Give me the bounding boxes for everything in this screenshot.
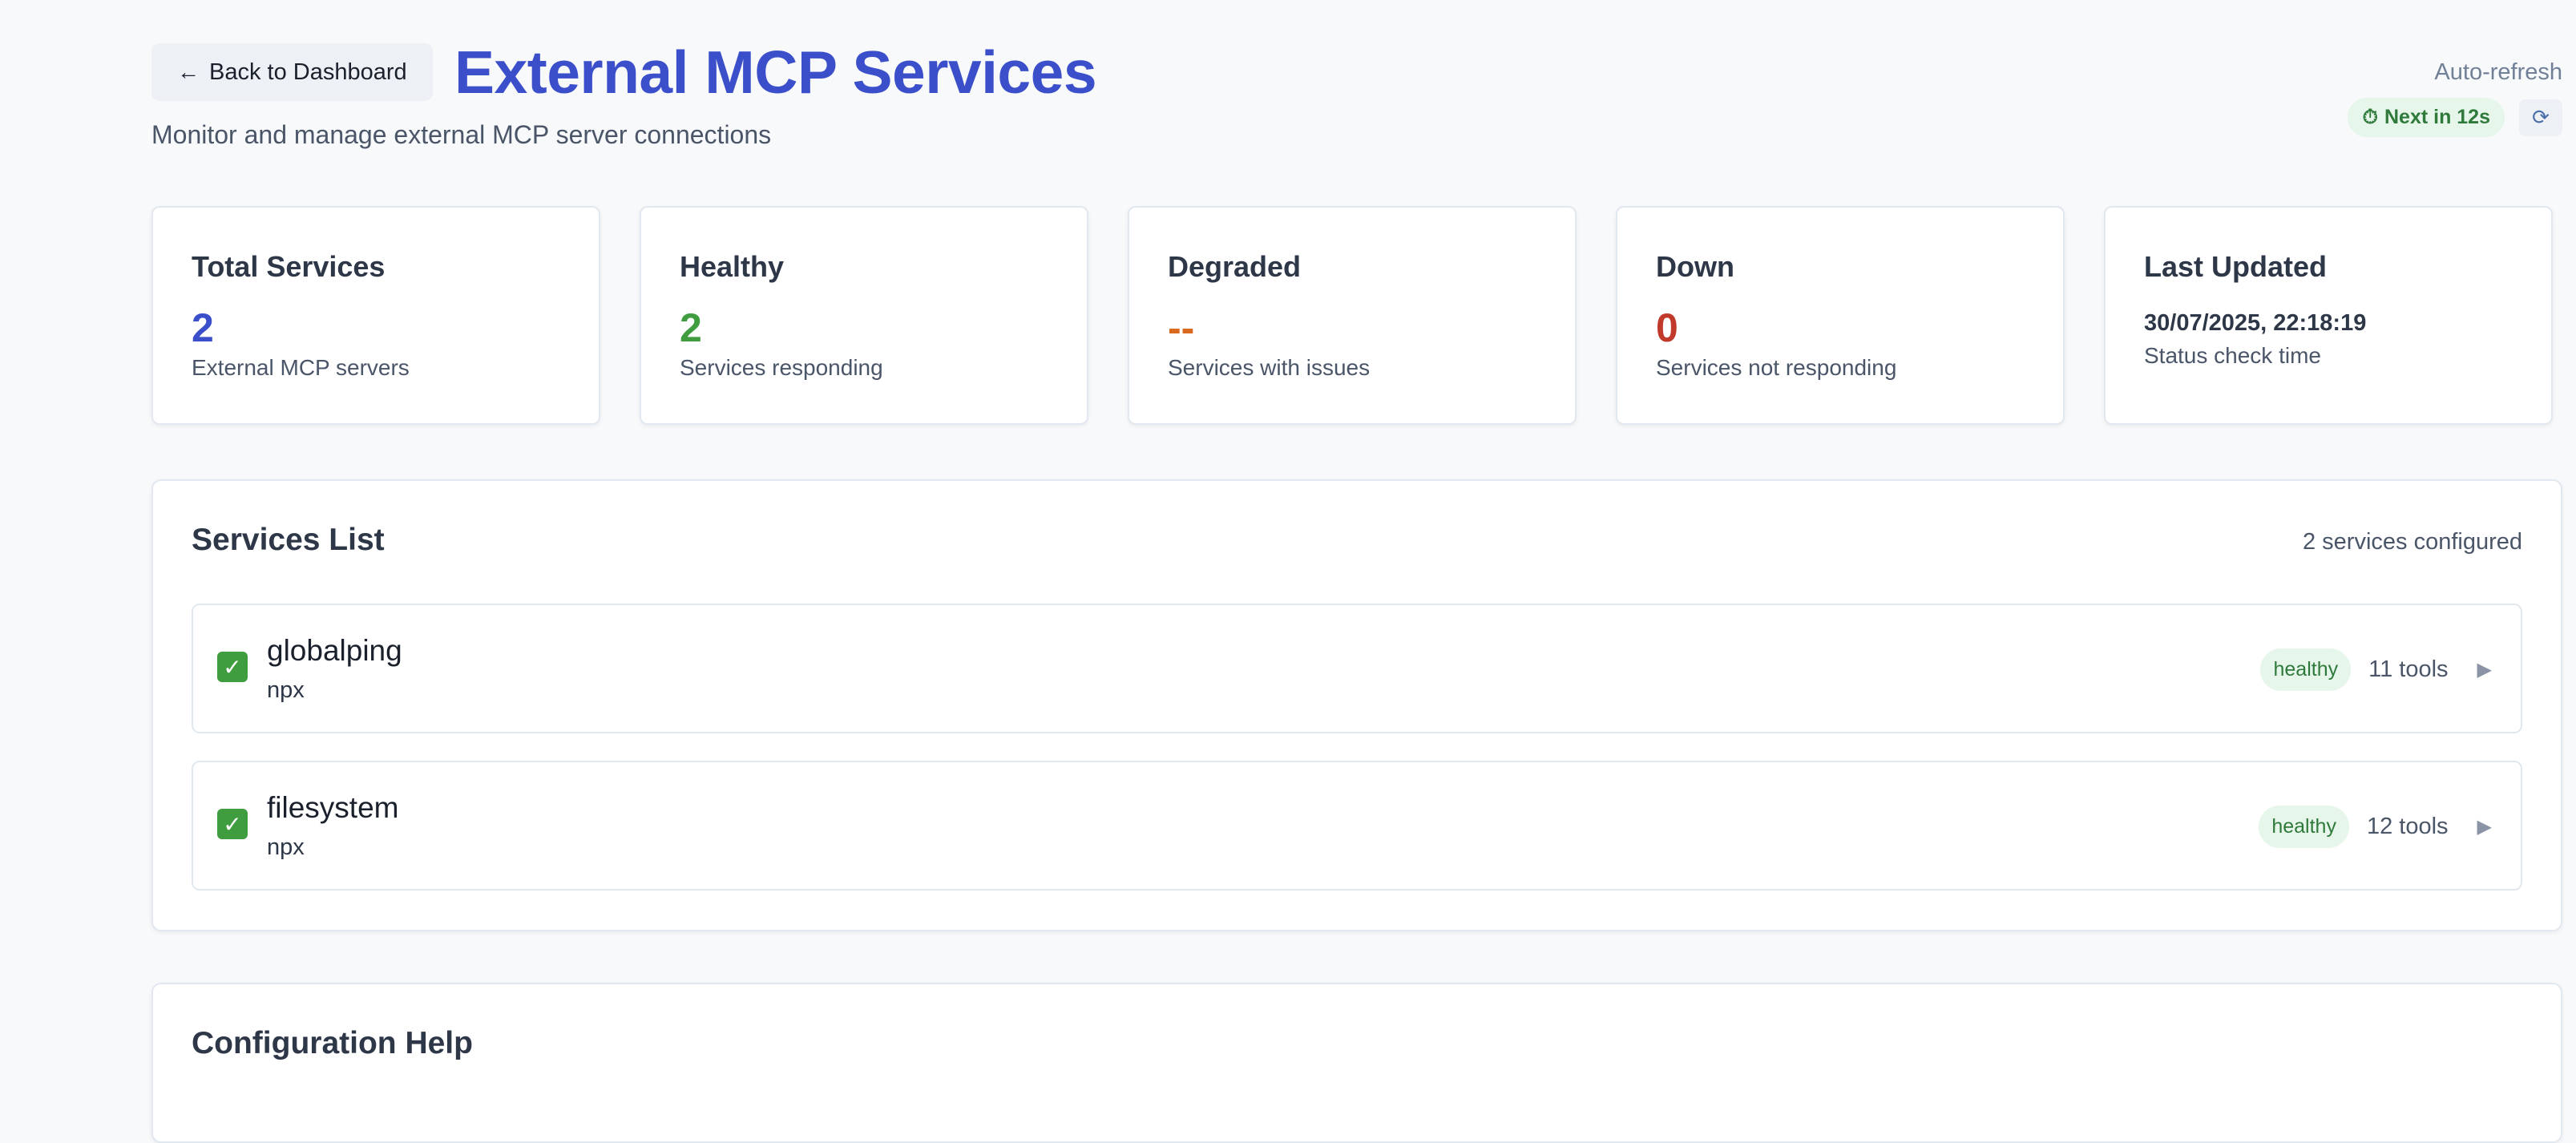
status-badge: healthy bbox=[2259, 806, 2349, 848]
back-to-dashboard-button[interactable]: ← Back to Dashboard bbox=[151, 43, 433, 101]
stat-title: Healthy bbox=[680, 250, 785, 283]
configuration-help-panel: Configuration Help bbox=[151, 983, 2562, 1143]
stat-description: Status check time bbox=[2144, 343, 2321, 368]
refresh-button[interactable]: ⟳ bbox=[2519, 99, 2562, 136]
back-button-label: Back to Dashboard bbox=[209, 59, 407, 85]
stat-card-degraded: Degraded -- Services with issues bbox=[1128, 206, 1577, 425]
auto-refresh-controls: ⏱ Next in 12s ⟳ bbox=[2348, 98, 2562, 137]
services-list-title: Services List bbox=[192, 523, 385, 557]
stat-card-healthy: Healthy 2 Services responding bbox=[640, 206, 1088, 425]
status-badge: healthy bbox=[2260, 648, 2352, 691]
check-mark-icon: ✓ bbox=[217, 652, 248, 682]
service-command: npx bbox=[267, 677, 305, 703]
stat-card-total-services: Total Services 2 External MCP servers bbox=[151, 206, 600, 425]
service-name: globalping bbox=[267, 634, 402, 667]
service-name: filesystem bbox=[267, 791, 399, 824]
stats-row: Total Services 2 External MCP servers He… bbox=[151, 206, 2562, 425]
configuration-help-title: Configuration Help bbox=[192, 1026, 473, 1060]
stopwatch-icon: ⏱ bbox=[2362, 106, 2378, 128]
stat-title: Last Updated bbox=[2144, 250, 2328, 283]
services-count: 2 services configured bbox=[2302, 529, 2522, 555]
stat-description: Services with issues bbox=[1168, 355, 1371, 380]
stat-value: 0 bbox=[1656, 305, 1678, 350]
service-row-filesystem[interactable]: ✓ filesystem npx healthy 12 tools ▶ bbox=[192, 761, 2522, 891]
stat-description: Services not responding bbox=[1656, 355, 1897, 380]
stat-value: -- bbox=[1168, 305, 1195, 350]
stat-card-down: Down 0 Services not responding bbox=[1616, 206, 2065, 425]
stat-title: Degraded bbox=[1168, 250, 1302, 283]
stat-description: External MCP servers bbox=[192, 355, 410, 380]
services-list-panel: Services List 2 services configured ✓ gl… bbox=[151, 479, 2562, 931]
page: ← Back to Dashboard External MCP Service… bbox=[151, 0, 2562, 1143]
stat-value: 2 bbox=[680, 305, 702, 350]
service-meta: healthy 12 tools ▶ bbox=[2259, 806, 2492, 848]
next-refresh-text: Next in 12s bbox=[2384, 106, 2490, 128]
stat-description: Services responding bbox=[680, 355, 883, 380]
stat-title: Total Services bbox=[192, 250, 386, 283]
page-title: External MCP Services bbox=[454, 38, 1097, 106]
check-mark-icon: ✓ bbox=[217, 809, 248, 839]
stat-title: Down bbox=[1656, 250, 1734, 283]
arrow-left-icon: ← bbox=[177, 59, 200, 84]
play-triangle-icon[interactable]: ▶ bbox=[2466, 658, 2492, 681]
page-header: ← Back to Dashboard External MCP Service… bbox=[151, 0, 2562, 192]
auto-refresh-label: Auto-refresh bbox=[2434, 59, 2562, 85]
last-updated-datetime: 30/07/2025, 22:18:19 bbox=[2144, 310, 2367, 336]
service-command: npx bbox=[267, 834, 305, 860]
next-refresh-badge: ⏱ Next in 12s bbox=[2348, 98, 2505, 137]
tools-count: 11 tools bbox=[2368, 656, 2449, 682]
page-subtitle: Monitor and manage external MCP server c… bbox=[151, 120, 772, 149]
refresh-icon: ⟳ bbox=[2532, 105, 2550, 129]
service-row-globalping[interactable]: ✓ globalping npx healthy 11 tools ▶ bbox=[192, 604, 2522, 733]
tools-count: 12 tools bbox=[2366, 814, 2449, 839]
stat-card-last-updated: Last Updated 30/07/2025, 22:18:19 Status… bbox=[2104, 206, 2553, 425]
service-meta: healthy 11 tools ▶ bbox=[2260, 648, 2492, 691]
play-triangle-icon[interactable]: ▶ bbox=[2466, 815, 2492, 838]
stat-value: 2 bbox=[192, 305, 214, 350]
